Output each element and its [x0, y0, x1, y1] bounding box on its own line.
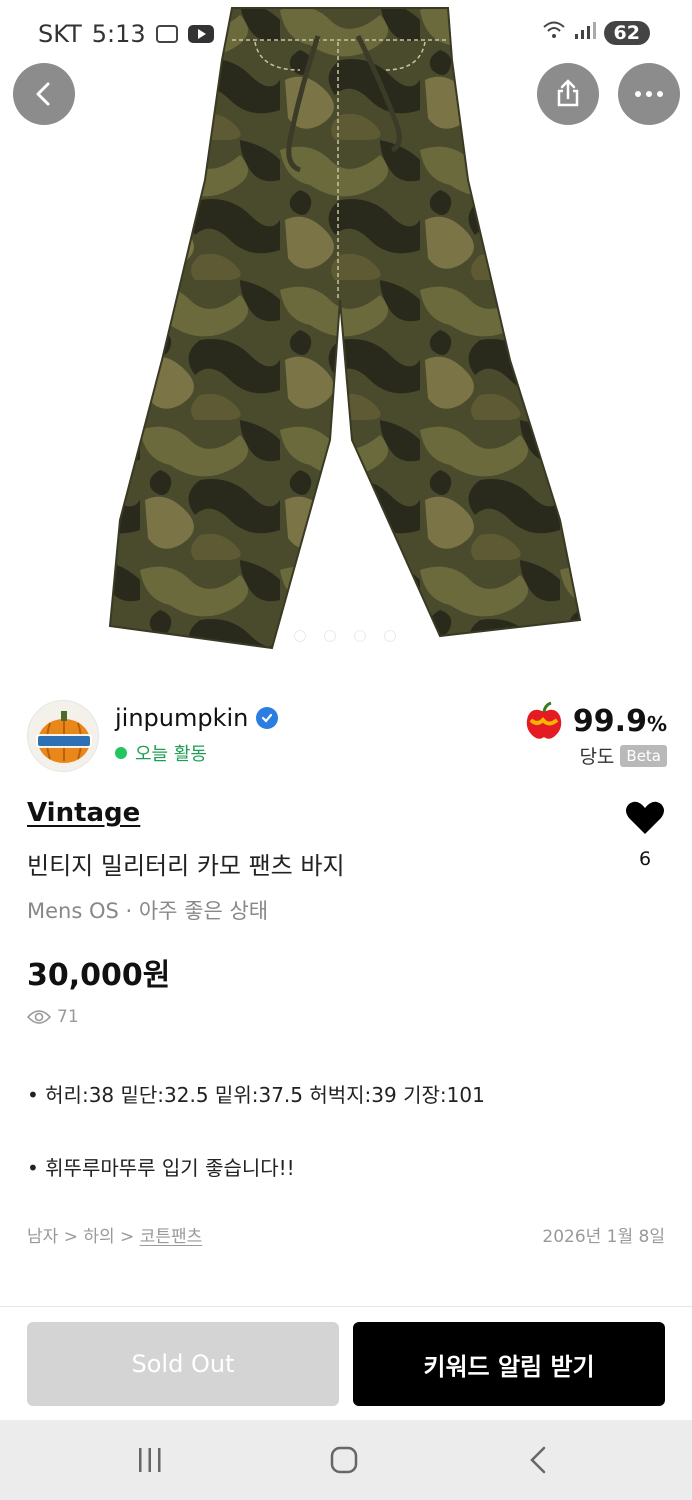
rating-number: 99.9 [572, 703, 647, 739]
carousel-indicator [294, 630, 396, 642]
youtube-icon [187, 25, 214, 43]
activity-status: 오늘 활동 [135, 744, 207, 765]
share-icon [557, 79, 579, 107]
product-price: 30,000원 [27, 958, 171, 993]
posted-date: 2026년 1월 8일 [542, 1227, 665, 1247]
home-button[interactable] [324, 1442, 364, 1478]
sold-out-button: Sold Out [27, 1322, 339, 1406]
heart-icon [626, 801, 664, 834]
screen-capture-icon [155, 25, 178, 43]
description-line: • 휘뚜루마뚜루 입기 좋습니다!! [27, 1156, 295, 1180]
product-meta: Mens OS · 아주 좋은 상태 [27, 899, 269, 923]
seller-rating[interactable]: 99.9% [523, 700, 667, 742]
seller-section[interactable]: jinpumpkin 오늘 활동 99.9% 당도 Beta [27, 700, 667, 772]
eye-icon [27, 1010, 51, 1024]
breadcrumb: 남자 > 하의 > 코튼팬츠 [27, 1222, 202, 1247]
wifi-icon [542, 20, 566, 45]
carousel-dot[interactable] [294, 630, 306, 642]
carousel-dot[interactable] [324, 630, 336, 642]
share-button[interactable] [537, 63, 599, 125]
view-count: 71 [57, 1007, 79, 1027]
description-line: • 허리:38 밑단:32.5 밑위:37.5 허벅지:39 기장:101 [27, 1083, 485, 1107]
breadcrumb-separator: > [63, 1227, 78, 1247]
more-dots-icon [635, 91, 663, 97]
pumpkin-logo-icon [36, 711, 92, 763]
signal-icon [574, 20, 596, 45]
verified-badge-icon [256, 707, 279, 729]
seller-name[interactable]: jinpumpkin [115, 704, 248, 732]
back-button[interactable] [13, 63, 75, 125]
divider [0, 1306, 692, 1307]
like-count: 6 [638, 848, 652, 870]
chevron-left-icon [36, 82, 50, 106]
breadcrumb-item[interactable]: 남자 [27, 1227, 58, 1247]
online-status-dot [115, 747, 127, 759]
like-button[interactable]: 6 [622, 800, 668, 870]
product-title: 빈티지 밀리터리 카모 팬츠 바지 [27, 852, 345, 880]
recent-apps-icon [139, 1448, 161, 1472]
rating-unit: % [646, 711, 667, 736]
more-button[interactable] [618, 63, 680, 125]
rating-label: 당도 [579, 746, 615, 768]
keyword-alert-button[interactable]: 키워드 알림 받기 [353, 1322, 665, 1406]
beta-badge: Beta [620, 744, 667, 767]
recent-apps-button[interactable] [130, 1442, 170, 1478]
breadcrumb-item[interactable]: 하의 [83, 1227, 114, 1247]
avatar[interactable] [27, 700, 99, 772]
breadcrumb-item[interactable]: 코튼팬츠 [140, 1227, 203, 1247]
brand-link[interactable]: Vintage [27, 798, 140, 828]
apple-icon [526, 701, 562, 739]
clock: 5:13 [91, 20, 146, 48]
system-back-button[interactable] [518, 1442, 558, 1478]
system-nav-bar [0, 1420, 692, 1500]
carrier-label: SKT [38, 20, 82, 48]
carousel-dot[interactable] [384, 630, 396, 642]
breadcrumb-separator: > [120, 1227, 135, 1247]
battery-level: 62 [603, 20, 650, 45]
home-icon [330, 1446, 358, 1474]
rating-value: 99.9% [573, 704, 667, 739]
status-bar: SKT 5:13 62 [0, 0, 692, 70]
back-arrow-icon [530, 1446, 546, 1474]
carousel-dot[interactable] [354, 630, 366, 642]
